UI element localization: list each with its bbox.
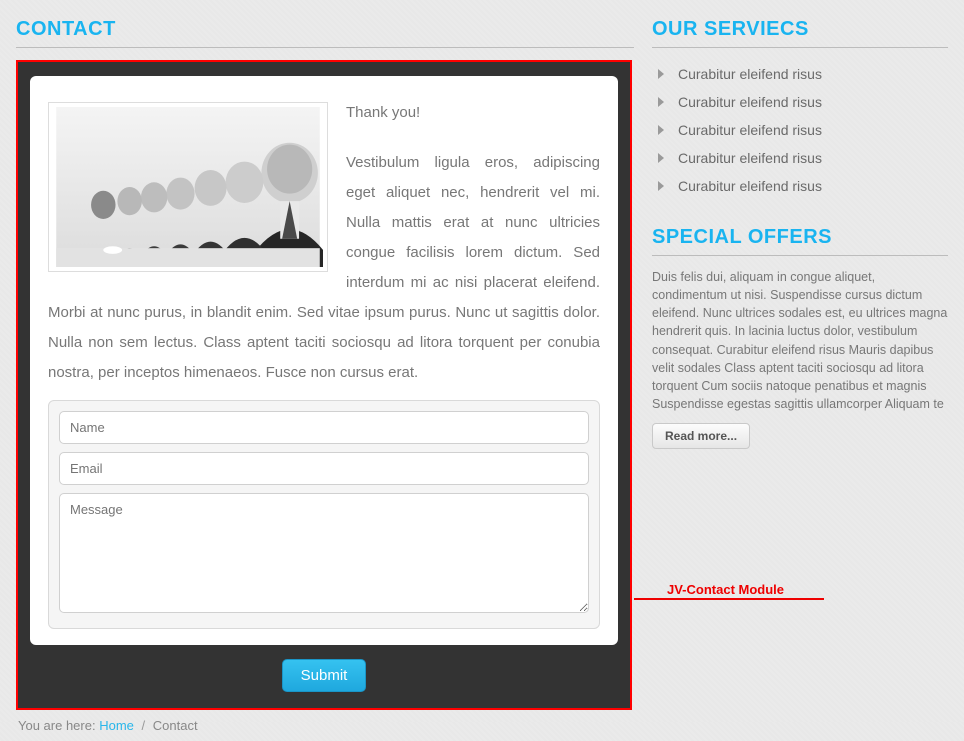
services-title: OUR SERVIECS <box>652 18 948 48</box>
list-item[interactable]: Curabitur eleifend risus <box>656 172 948 200</box>
email-field[interactable] <box>59 452 589 485</box>
breadcrumb-separator: / <box>142 718 146 733</box>
breadcrumb-current: Contact <box>153 718 198 733</box>
list-item[interactable]: Curabitur eleifend risus <box>656 144 948 172</box>
list-item[interactable]: Curabitur eleifend risus <box>656 88 948 116</box>
annotation-line <box>634 598 824 600</box>
contact-body: Thank you! Vestibulum ligula eros, adipi… <box>48 98 600 388</box>
submit-button[interactable]: Submit <box>282 659 367 692</box>
name-field[interactable] <box>59 411 589 444</box>
list-item[interactable]: Curabitur eleifend risus <box>656 116 948 144</box>
offers-title: SPECIAL OFFERS <box>652 226 948 256</box>
annotation-label: JV-Contact Module <box>667 582 784 597</box>
services-list: Curabitur eleifend risus Curabitur eleif… <box>656 60 948 200</box>
breadcrumb-home-link[interactable]: Home <box>99 718 134 733</box>
contact-form <box>48 400 600 629</box>
message-field[interactable] <box>59 493 589 613</box>
contact-title: CONTACT <box>16 18 634 48</box>
list-item[interactable]: Curabitur eleifend risus <box>656 60 948 88</box>
contact-image <box>48 102 328 272</box>
read-more-button[interactable]: Read more... <box>652 423 750 449</box>
breadcrumb-prefix: You are here: <box>18 718 96 733</box>
offers-text: Duis felis dui, aliquam in congue alique… <box>652 268 948 413</box>
contact-module: Thank you! Vestibulum ligula eros, adipi… <box>16 60 632 710</box>
